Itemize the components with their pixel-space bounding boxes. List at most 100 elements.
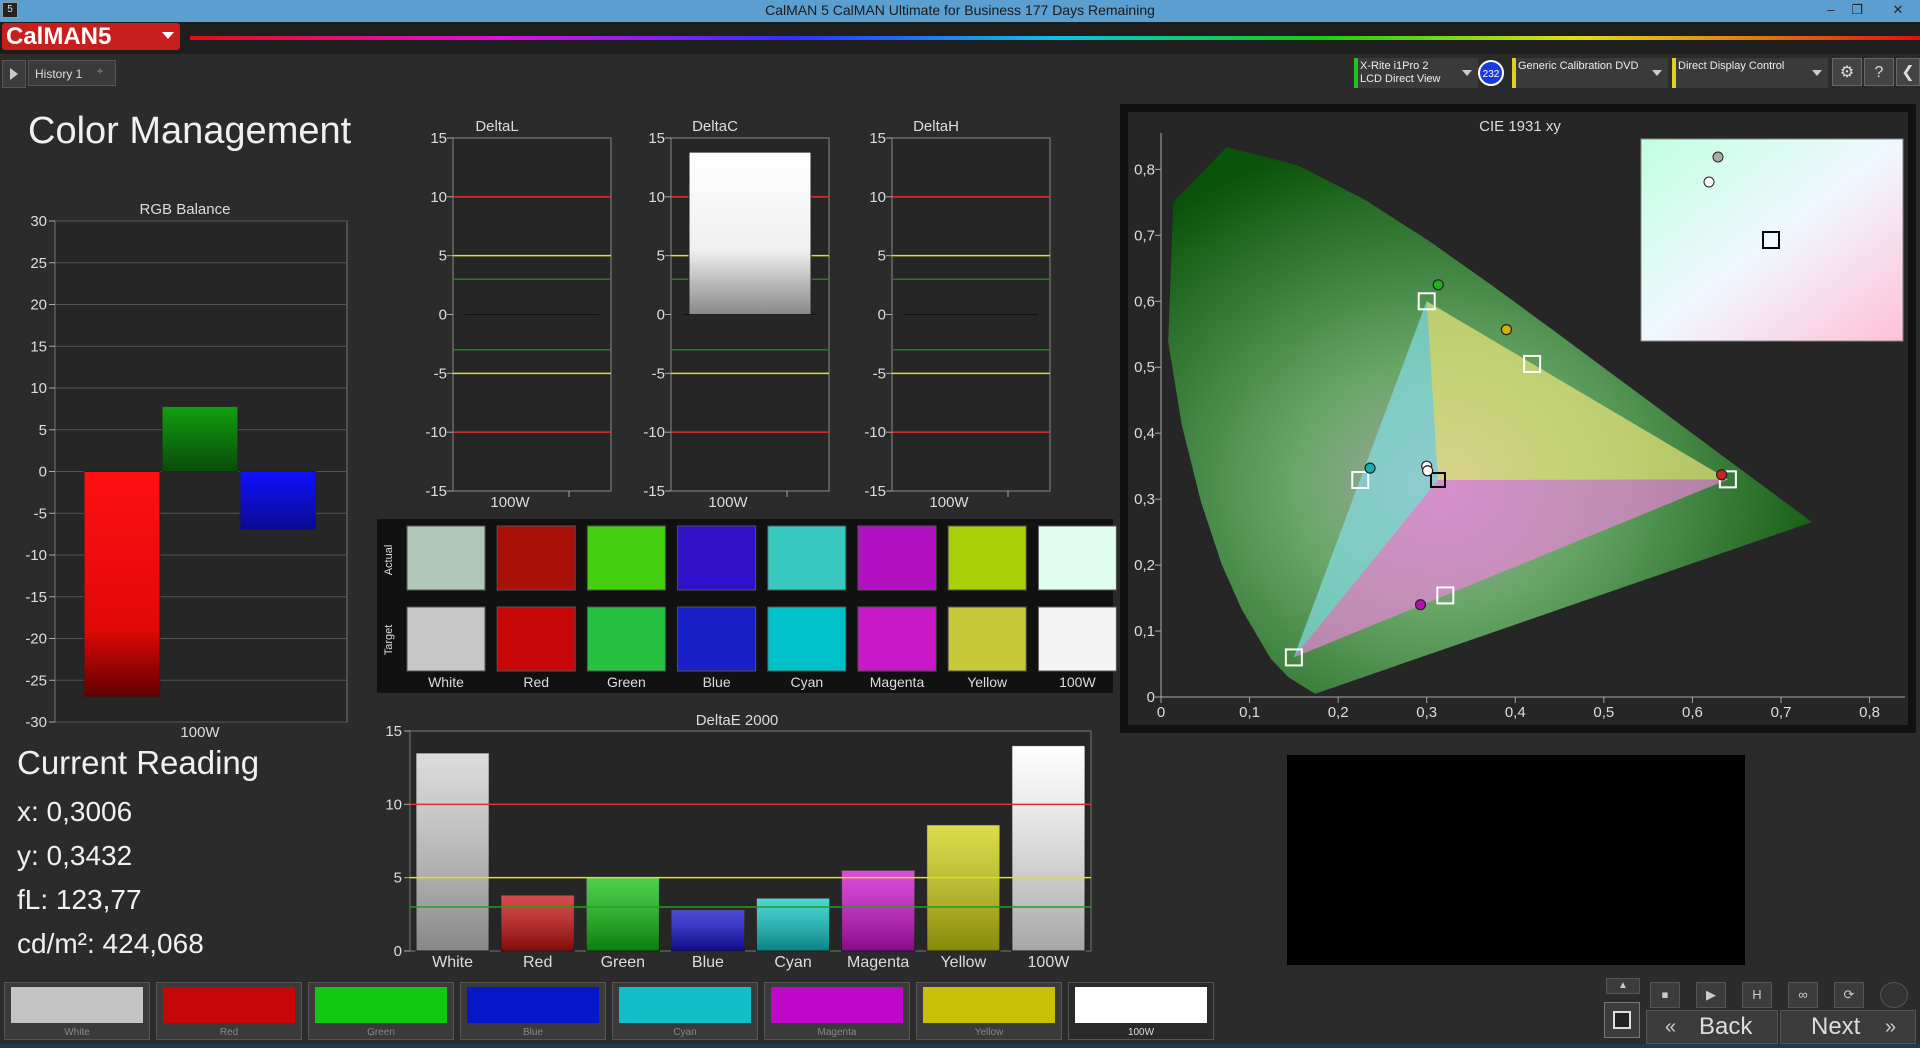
measured-point [1500, 324, 1513, 336]
swatch-button-yellow[interactable]: Yellow [916, 982, 1062, 1040]
rgb-bar-green [161, 405, 239, 472]
y-tick-label: 0,1 [1134, 623, 1155, 640]
deltae-category-label: Green [601, 954, 645, 971]
deltae-category-label: Magenta [847, 954, 909, 971]
inset-measured-point [1712, 151, 1724, 163]
rgb-balance-title: RGB Balance [140, 201, 231, 218]
rgb-bar-blue [239, 471, 317, 531]
x-tick-label: 0,8 [1859, 704, 1880, 721]
swatch-color [467, 987, 599, 1023]
swatch-actual-cyan [767, 525, 847, 591]
tick-label: 10 [385, 796, 402, 813]
swatch-actual-red [496, 525, 576, 591]
deltae-category-label: Red [523, 954, 552, 971]
swatch-target-yellow [947, 606, 1027, 672]
delta-xlabel: 100W [490, 494, 530, 511]
y-tick-label: 0,2 [1134, 557, 1155, 574]
next-button[interactable]: Next » [1780, 1010, 1916, 1044]
swatch-button-100w[interactable]: 100W [1068, 982, 1214, 1040]
bar-shade [671, 909, 745, 951]
measured-point [1716, 469, 1728, 481]
inset-background [1640, 138, 1904, 342]
y-tick-label: 0,8 [1134, 161, 1155, 178]
tick-label: 10 [648, 189, 665, 206]
swatch-color [1075, 987, 1207, 1023]
tick-label: 5 [439, 248, 447, 265]
eject-icon[interactable]: ▲ [1606, 978, 1640, 994]
tick-label: -10 [864, 424, 886, 441]
preview-window [1287, 755, 1745, 965]
tick-label: -10 [25, 547, 47, 564]
swatch-actual-green [586, 525, 666, 591]
swatch-button-label: Cyan [673, 1027, 697, 1038]
y-tick-label: 0,5 [1134, 359, 1155, 376]
tick-label: -30 [25, 714, 47, 731]
measured-point [1421, 465, 1434, 477]
swatch-label: 100W [1059, 674, 1096, 690]
tick-label: 25 [30, 255, 47, 272]
record-icon[interactable] [1880, 982, 1908, 1008]
swatch-color [315, 987, 447, 1023]
swatch-button-green[interactable]: Green [308, 982, 454, 1040]
tick-label: 10 [430, 189, 447, 206]
x-tick-label: 0,6 [1682, 704, 1703, 721]
delta-charts: DeltaL 15 10 5 0 -5 -10 -15 100W DeltaC 15 10 5 0 -5 -1… [425, 118, 1051, 511]
stop-square-button[interactable] [1604, 1002, 1640, 1038]
tick-label: 15 [385, 723, 402, 740]
tick-label: -20 [25, 631, 47, 648]
tick-label: 15 [430, 130, 447, 147]
x-tick-label: 0,7 [1771, 704, 1792, 721]
swatch-label: Green [607, 674, 646, 690]
delta-chart-deltac: DeltaC 15 10 5 0 -5 -10 -15 100W [643, 118, 830, 511]
y-tick-label: 0,4 [1134, 425, 1155, 442]
x-tick-label: 0,3 [1416, 704, 1437, 721]
x-tick-label: 0,1 [1239, 704, 1260, 721]
swatch-color [619, 987, 751, 1023]
back-label: Back [1699, 1013, 1753, 1040]
swatch-target-blue [677, 606, 757, 672]
tick-label: -10 [425, 424, 447, 441]
refresh-icon[interactable]: ⟳ [1834, 982, 1864, 1008]
stop-icon[interactable]: ⏹ [1650, 982, 1680, 1008]
tick-label: 15 [30, 338, 47, 355]
swatch-target-white [406, 606, 486, 672]
tick-label: 0 [394, 943, 402, 960]
actual-row-label: Actual [383, 545, 395, 576]
measured-point [1364, 462, 1376, 474]
swatch-actual-magenta [857, 525, 937, 591]
x-tick-label: 0,5 [1593, 704, 1614, 721]
bar-shade [756, 898, 830, 951]
swatch-label: Blue [703, 674, 731, 690]
swatch-button-label: Magenta [817, 1027, 857, 1038]
bar-shade [501, 895, 575, 951]
swatch-button-blue[interactable]: Blue [460, 982, 606, 1040]
swatch-target-100w [1037, 606, 1117, 672]
back-chevron-icon: « [1665, 1016, 1677, 1038]
tick-label: 5 [39, 422, 47, 439]
swatch-button-red[interactable]: Red [156, 982, 302, 1040]
tick-label: 5 [657, 248, 665, 265]
swatch-target-green [586, 606, 666, 672]
back-button[interactable]: « Back [1646, 1010, 1778, 1044]
deltae-category-label: White [432, 954, 473, 971]
charts-canvas: RGB Balance 30 25 20 15 10 5 0 -5 -10 -15 -20 -25 -3… [25, 104, 1916, 971]
deltae-category-label: Cyan [774, 954, 811, 971]
swatch-button-white[interactable]: White [4, 982, 150, 1040]
play-icon[interactable]: ▶ [1696, 982, 1726, 1008]
measured-point [1432, 279, 1444, 291]
delta-xlabel: 100W [708, 494, 748, 511]
infinity-icon[interactable]: ∞ [1788, 982, 1818, 1008]
tick-label: -15 [864, 483, 886, 500]
tick-label: 15 [648, 130, 665, 147]
y-tick-label: 0 [1147, 689, 1155, 706]
swatch-label: Magenta [870, 674, 925, 690]
tick-label: 0 [657, 307, 665, 324]
swatch-button-magenta[interactable]: Magenta [764, 982, 910, 1040]
delta-xlabel: 100W [929, 494, 969, 511]
swatch-label: Yellow [967, 674, 1008, 690]
x-tick-label: 0,2 [1328, 704, 1349, 721]
h-icon[interactable]: H [1742, 982, 1772, 1008]
swatch-actual-white [406, 525, 486, 591]
swatch-button-cyan[interactable]: Cyan [612, 982, 758, 1040]
swatch-label: Cyan [790, 674, 823, 690]
